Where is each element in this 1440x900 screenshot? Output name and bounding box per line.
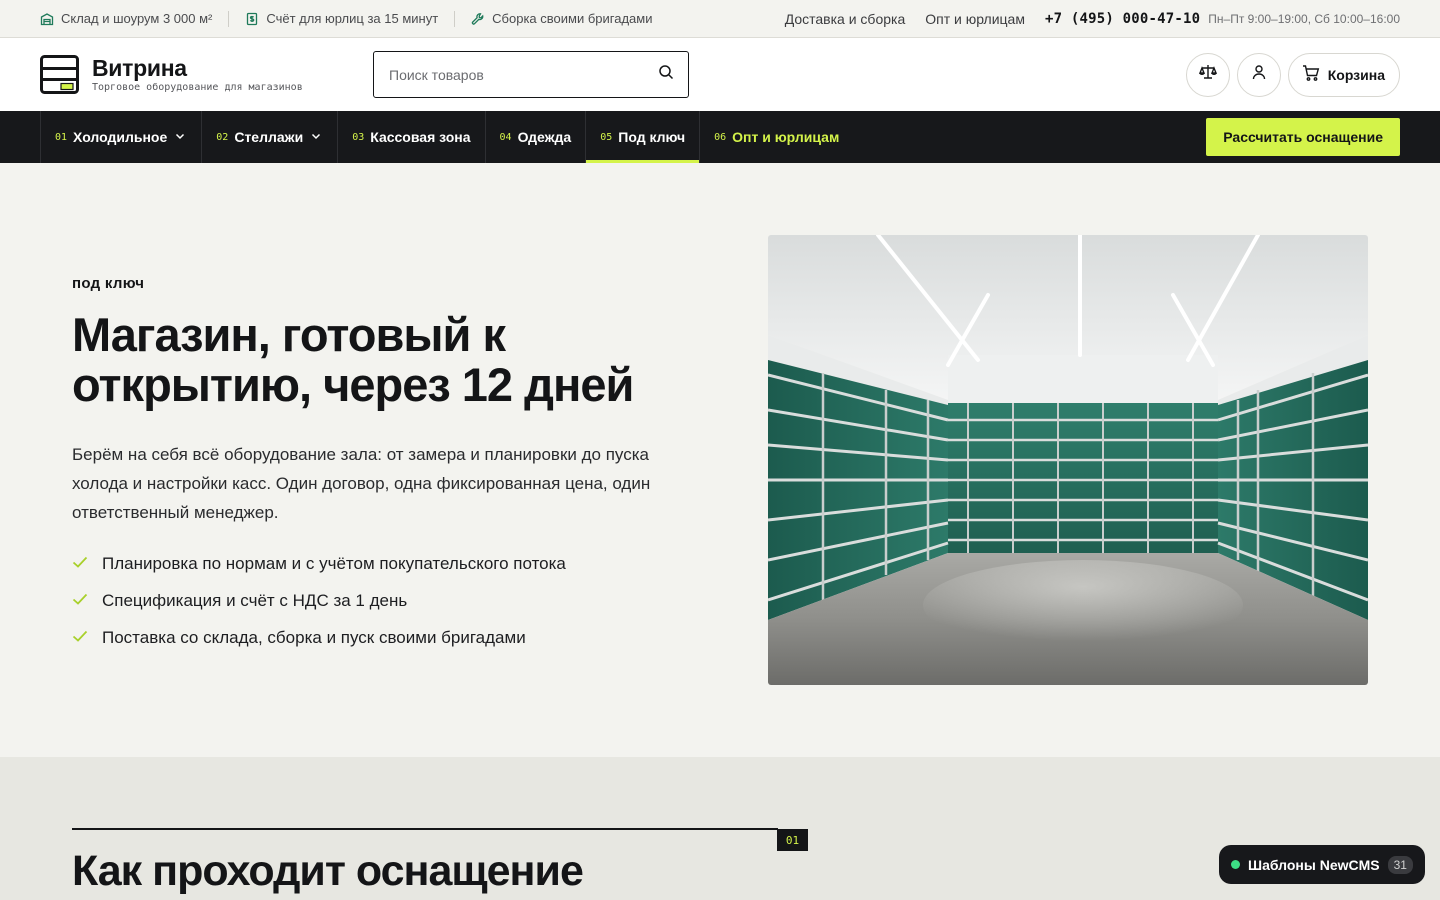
perk-assembly: Сборка своими бригадами (471, 11, 652, 26)
user-icon (1251, 64, 1267, 85)
link-delivery[interactable]: Доставка и сборка (785, 11, 906, 27)
calculate-equipment-button[interactable]: Рассчитать оснащение (1206, 118, 1400, 156)
nav-item-shelving[interactable]: 02 Стеллажи (201, 111, 337, 163)
divider (228, 10, 230, 27)
logo[interactable]: Витрина Торговое оборудование для магази… (40, 55, 373, 94)
bullet-text: Спецификация и счёт с НДС за 1 день (102, 590, 408, 610)
invoice-icon (245, 12, 259, 26)
top-utility-bar: Склад и шоурум 3 000 м² Счёт для юрлиц з… (0, 0, 1440, 38)
phone-number[interactable]: +7 (495) 000-47-10 (1045, 11, 1200, 27)
hero-eyebrow: под ключ (72, 275, 145, 292)
templates-widget-button[interactable]: Шаблоны NewCMS 31 (1219, 845, 1425, 884)
list-item: Спецификация и счёт с НДС за 1 день (72, 582, 712, 619)
compare-button[interactable] (1185, 52, 1230, 97)
perk-text: Счёт для юрлиц за 15 минут (266, 11, 439, 26)
nav-item-clothing[interactable]: 04 Одежда (484, 111, 586, 163)
list-item: Планировка по нормам и с учётом покупате… (72, 545, 712, 582)
topbar-right: Доставка и сборка Опт и юрлицам +7 (495)… (785, 11, 1400, 27)
perk-text: Склад и шоурум 3 000 м² (61, 11, 213, 26)
perk-warehouse: Склад и шоурум 3 000 м² (40, 11, 212, 26)
search-box (373, 51, 689, 98)
working-hours: Пн–Пт 9:00–19:00, Сб 10:00–16:00 (1208, 11, 1400, 26)
nav-item-checkout[interactable]: 03 Кассовая зона (337, 111, 484, 163)
site-header: Витрина Торговое оборудование для магази… (0, 38, 1440, 111)
check-icon (72, 628, 88, 648)
nav-item-label: Опт и юрлицам (732, 129, 840, 145)
nav-item-label: Под ключ (618, 129, 686, 145)
main-nav: 01 Холодильное 02 Стеллажи 03 Кассовая з… (0, 111, 1440, 163)
nav-item-number: 05 (600, 131, 613, 143)
logo-name: Витрина (92, 55, 187, 81)
chevron-down-icon (309, 129, 323, 146)
section-rule (72, 828, 778, 830)
check-icon (72, 554, 88, 574)
search-input[interactable] (389, 66, 658, 83)
cart-button[interactable]: Корзина (1287, 52, 1400, 97)
nav-item-number: 06 (714, 131, 727, 143)
nav-item-label: Одежда (517, 129, 572, 145)
hero-content: под ключ Магазин, готовый к открытию, че… (72, 275, 712, 656)
divider (454, 10, 456, 27)
account-button[interactable] (1236, 52, 1281, 97)
wrench-icon (471, 12, 485, 26)
status-dot-icon (1231, 860, 1240, 869)
nav-item-label: Стеллажи (234, 129, 304, 145)
hero-bullets: Планировка по нормам и с учётом покупате… (72, 545, 712, 656)
templates-widget-label: Шаблоны NewCMS (1248, 856, 1380, 873)
nav-item-refrigeration[interactable]: 01 Холодильное (40, 111, 201, 163)
logo-tagline: Торговое оборудование для магазинов (92, 82, 303, 93)
perk-invoice: Счёт для юрлиц за 15 минут (245, 11, 438, 26)
nav-item-number: 02 (216, 131, 229, 143)
chevron-down-icon (173, 129, 187, 146)
nav-item-number: 01 (55, 131, 68, 143)
hero-title: Магазин, готовый к открытию, через 12 дн… (72, 308, 634, 411)
cart-label: Корзина (1327, 66, 1385, 83)
nav-item-label: Кассовая зона (370, 129, 471, 145)
logo-mark-icon (40, 55, 79, 94)
hero-lead: Берём на себя всё оборудование зала: от … (72, 445, 651, 522)
section-number-badge: 01 (777, 829, 808, 851)
perk-text: Сборка своими бригадами (492, 11, 653, 26)
link-wholesale[interactable]: Опт и юрлицам (925, 11, 1025, 27)
list-item: Поставка со склада, сборка и пуск своими… (72, 619, 712, 656)
hero-photo-empty-store (768, 235, 1368, 685)
nav-item-turnkey[interactable]: 05 Под ключ (585, 111, 699, 163)
bullet-text: Планировка по нормам и с учётом покупате… (102, 553, 566, 573)
warehouse-icon (40, 12, 54, 26)
nav-item-number: 04 (499, 131, 512, 143)
nav-item-label: Холодильное (73, 129, 168, 145)
bullet-text: Поставка со склада, сборка и пуск своими… (102, 627, 526, 647)
logo-text: Витрина Торговое оборудование для магази… (92, 56, 303, 93)
templates-count-badge: 31 (1387, 855, 1413, 874)
nav-item-number: 03 (352, 131, 365, 143)
scales-icon (1198, 63, 1217, 86)
hero-section: под ключ Магазин, готовый к открытию, че… (0, 163, 1440, 757)
section-title: Как проходит оснащение (72, 847, 584, 895)
perks-list: Склад и шоурум 3 000 м² Счёт для юрлиц з… (40, 10, 652, 27)
search-icon[interactable] (658, 64, 674, 85)
cart-icon (1302, 64, 1320, 85)
nav-item-wholesale[interactable]: 06 Опт и юрлицам (699, 111, 853, 163)
check-icon (72, 591, 88, 611)
header-actions: Корзина (1185, 52, 1400, 97)
